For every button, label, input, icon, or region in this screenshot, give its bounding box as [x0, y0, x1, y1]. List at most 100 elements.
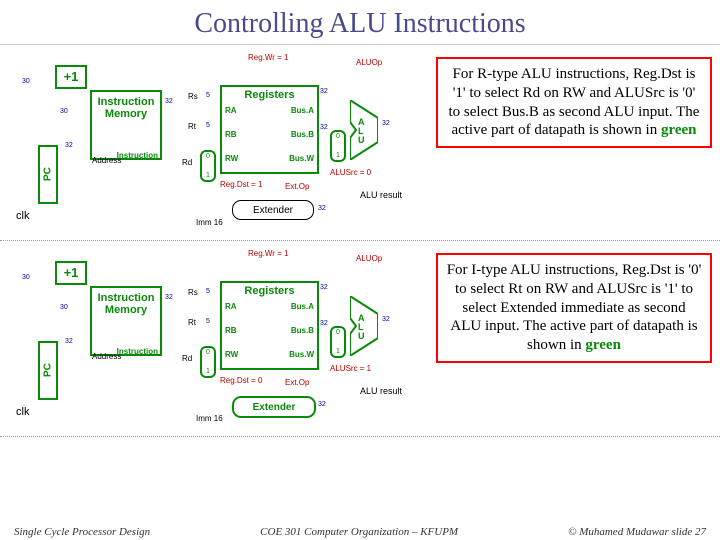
rw-port-i: RW	[225, 351, 238, 360]
regdst-mux-i: 0 1	[200, 346, 216, 378]
imem-instr-port: Instruction	[117, 152, 158, 161]
regwr-label-i: Reg.Wr = 1	[248, 249, 289, 258]
w5-rs-i: 5	[206, 288, 210, 295]
wire-32a: 32	[65, 142, 73, 149]
mux-rd-0-i: 0	[206, 349, 210, 356]
w32-aluout-i: 32	[382, 316, 390, 323]
rd-label: Rd	[182, 158, 192, 167]
rt-label-i: Rt	[188, 318, 196, 327]
footer-left: Single Cycle Processor Design	[14, 526, 150, 538]
w32-busb: 32	[320, 124, 328, 131]
aluresult-label: ALU result	[360, 190, 402, 200]
alusrc-label-i: ALUSrc = 1	[330, 364, 371, 373]
extender-i: Extender	[232, 396, 316, 418]
rtype-explain-green: green	[661, 122, 697, 138]
rb-port: RB	[225, 131, 237, 140]
busw-port: Bus.W	[289, 155, 314, 164]
w32-ext: 32	[318, 205, 326, 212]
incrementer: +1	[55, 65, 87, 89]
mux-as-0-i: 0	[336, 329, 340, 336]
aluop-label-i: ALUOp	[356, 254, 382, 263]
rtype-diagram: Reg.Wr = 1 ALUOp +1 30 30 PC Instruction…	[0, 45, 720, 241]
wire-32a-i: 32	[65, 338, 73, 345]
busw-port-i: Bus.W	[289, 351, 314, 360]
aluresult-label-i: ALU result	[360, 386, 402, 396]
w5-rt: 5	[206, 122, 210, 129]
extop-label-i: Ext.Op	[285, 378, 309, 387]
register-file: Registers RA RB RW Bus.A Bus.B Bus.W	[220, 85, 319, 174]
extop-label: Ext.Op	[285, 182, 309, 191]
itype-diagram: Reg.Wr = 1 ALUOp +1 30 30 PC Instruction…	[0, 241, 720, 437]
regdst-mux: 0 1	[200, 150, 216, 182]
instruction-memory-i: Instruction Memory Instruction	[90, 286, 162, 356]
busb-port-i: Bus.B	[291, 327, 314, 336]
regwr-label: Reg.Wr = 1	[248, 53, 289, 62]
page-title: Controlling ALU Instructions	[0, 0, 720, 45]
extender: Extender	[232, 200, 314, 220]
w5-rs: 5	[206, 92, 210, 99]
busa-port: Bus.A	[291, 107, 314, 116]
wire-30a: 30	[22, 78, 30, 85]
pc-register-i: PC	[38, 341, 58, 400]
pc-register: PC	[38, 145, 58, 204]
mux-rd-1: 1	[206, 172, 210, 179]
clk-label: clk	[16, 210, 29, 222]
register-file-i: Registers RA RB RW Bus.A Bus.B Bus.W	[220, 281, 319, 370]
imem-addr-port-i: Address	[92, 352, 121, 361]
wire-30a-i: 30	[22, 274, 30, 281]
itype-explain-green: green	[585, 337, 621, 353]
regfile-title: Registers	[222, 89, 317, 101]
rb-port-i: RB	[225, 327, 237, 336]
clk-label-i: clk	[16, 406, 29, 418]
imm16-label-i: Imm 16	[196, 414, 223, 423]
mux-as-1: 1	[336, 152, 340, 159]
footer-center: COE 301 Computer Organization – KFUPM	[260, 526, 458, 538]
footer: Single Cycle Processor Design COE 301 Co…	[0, 526, 720, 538]
mux-rd-1-i: 1	[206, 368, 210, 375]
mux-rd-0: 0	[206, 153, 210, 160]
rs-label: Rs	[188, 92, 198, 101]
aluop-label: ALUOp	[356, 58, 382, 67]
wire-32b-i: 32	[165, 294, 173, 301]
w32-aluout: 32	[382, 120, 390, 127]
incrementer-i: +1	[55, 261, 87, 285]
rd-label-i: Rd	[182, 354, 192, 363]
footer-right: © Muhamed Mudawar slide 27	[568, 526, 706, 538]
w5-rt-i: 5	[206, 318, 210, 325]
mux-as-1-i: 1	[336, 348, 340, 355]
regdst-label: Reg.Dst = 1	[220, 180, 262, 189]
alu: A L U	[350, 100, 378, 160]
w32-busa: 32	[320, 88, 328, 95]
regdst-label-i: Reg.Dst = 0	[220, 376, 262, 385]
alusrc-mux: 0 1	[330, 130, 346, 162]
wire-32b: 32	[165, 98, 173, 105]
itype-explain: For I-type ALU instructions, Reg.Dst is …	[436, 253, 712, 363]
ra-port: RA	[225, 107, 237, 116]
alusrc-label: ALUSrc = 0	[330, 168, 371, 177]
imem-addr-port: Address	[92, 156, 121, 165]
instruction-memory: Instruction Memory Instruction	[90, 90, 162, 160]
rs-label-i: Rs	[188, 288, 198, 297]
regfile-title-i: Registers	[222, 285, 317, 297]
ra-port-i: RA	[225, 303, 237, 312]
alusrc-mux-i: 0 1	[330, 326, 346, 358]
busb-port: Bus.B	[291, 131, 314, 140]
rtype-explain: For R-type ALU instructions, Reg.Dst is …	[436, 57, 712, 148]
imem-title-i: Instruction Memory	[92, 292, 160, 316]
alu-text: A L U	[358, 118, 365, 145]
alu-i: A L U	[350, 296, 378, 356]
wire-30b-i: 30	[60, 304, 68, 311]
rw-port: RW	[225, 155, 238, 164]
itype-explain-text: For I-type ALU instructions, Reg.Dst is …	[447, 262, 702, 353]
w32-busa-i: 32	[320, 284, 328, 291]
imem-title: Instruction Memory	[92, 96, 160, 120]
rt-label: Rt	[188, 122, 196, 131]
alu-text-i: A L U	[358, 314, 365, 341]
imem-instr-port-i: Instruction	[117, 348, 158, 357]
busa-port-i: Bus.A	[291, 303, 314, 312]
wire-30b: 30	[60, 108, 68, 115]
w32-busb-i: 32	[320, 320, 328, 327]
imm16-label: Imm 16	[196, 218, 223, 227]
mux-as-0: 0	[336, 133, 340, 140]
w32-ext-i: 32	[318, 401, 326, 408]
